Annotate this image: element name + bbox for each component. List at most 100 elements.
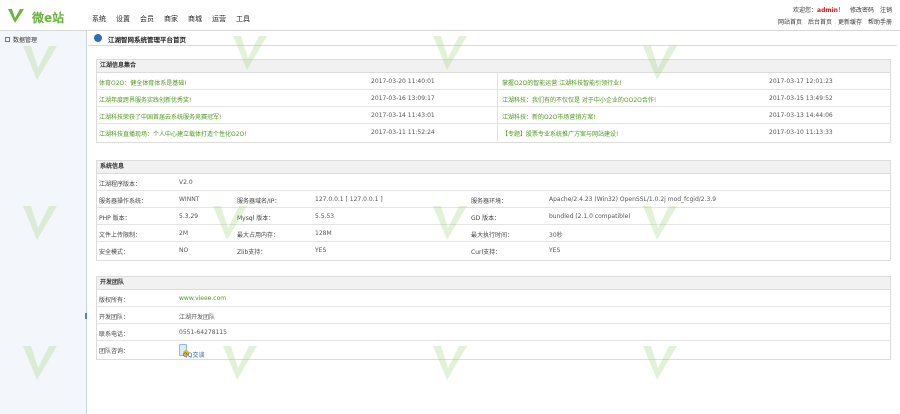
info-row: 文件上传限制： 2M 最大占用内存： 128M 最大执行时间： 30秒 (97, 225, 890, 242)
system-info-panel: 系统信息 江湖程序版本： V2.0 服务器操作系统： WINNT 服务器域名/I… (96, 160, 891, 261)
news-link[interactable]: 江湖科技荣获了中国首届云系统服务竞赛冠军! (99, 112, 221, 121)
info-value: 127.0.0.1 [ 127.0.0.1 ] (315, 196, 383, 203)
info-value: NO (179, 247, 189, 254)
news-date: 2017-03-16 13:09:17 (371, 95, 435, 102)
info-label: Zlib支持： (237, 249, 267, 256)
info-label: GD 版本： (471, 215, 501, 222)
site-home-link[interactable]: 网站首页 (778, 17, 802, 26)
news-date: 2017-03-14 11:43:01 (371, 112, 435, 119)
info-label: Curl支持： (471, 249, 502, 256)
info-label: 服务器操作系统： (99, 198, 148, 205)
main-content: 江湖智网系统管理平台首页 江湖信息集合 体育O2O：健全体育体系是基础! 201… (88, 31, 897, 414)
qq-chat-label: QQ交谈 (183, 352, 205, 359)
system-info-title: 系统信息 (97, 161, 890, 174)
info-value: 30秒 (549, 232, 563, 239)
info-row: PHP 版本： 5.3.29 Mysql 版本： 5.5.53 GD 版本： b… (97, 208, 890, 225)
news-date: 2017-03-11 11:52:24 (371, 129, 435, 136)
sub-links: 网站首页 后台首页 更新缓存 帮助手册 (778, 17, 892, 26)
page-title-bar: 江湖智网系统管理平台首页 (88, 31, 897, 46)
news-row: 江湖科技直播现场：个人中心建立载体打造个性化O2O! 2017-03-11 11… (97, 124, 890, 140)
info-value: V2.0 (179, 179, 193, 186)
news-link[interactable]: 体育O2O：健全体育体系是基础! (99, 78, 187, 87)
info-row: 服务器操作系统： WINNT 服务器域名/IP： 127.0.0.1 [ 127… (97, 191, 890, 208)
team-label: 团队咨询： (99, 348, 130, 355)
info-value: YES (315, 247, 327, 254)
info-label: 最大占用内存： (237, 232, 280, 239)
team-panel: 开发团队 版权所有： www.vieee.com 开发团队： 江湖开发团队 联系… (96, 276, 891, 360)
info-label: 安全模式： (99, 249, 130, 256)
news-row: 江湖科技荣获了中国首届云系统服务竞赛冠军! 2017-03-14 11:43:0… (97, 107, 890, 124)
team-row: 开发团队： 江湖开发团队 (97, 307, 890, 324)
nav-mall[interactable]: 商城 (188, 14, 202, 24)
logo-icon (8, 9, 24, 23)
sidebar-item-data[interactable]: 数据管理 (5, 35, 37, 44)
nav-tools[interactable]: 工具 (236, 14, 250, 24)
home-icon (94, 34, 102, 42)
news-link[interactable]: 江湖年度跨界服务实践创新优秀奖! (99, 95, 191, 104)
news-panel-title: 江湖信息集合 (97, 60, 890, 73)
info-label: 服务器环境： (471, 198, 508, 205)
page-title: 江湖智网系统管理平台首页 (108, 36, 186, 44)
info-label: 江湖程序版本： (99, 181, 142, 188)
info-label: Mysql 版本： (237, 215, 275, 222)
info-label: PHP 版本： (99, 215, 131, 222)
info-label: 服务器域名/IP： (237, 198, 281, 205)
info-value: YES (549, 247, 561, 254)
info-value: WINNT (179, 196, 200, 203)
top-links: 欢迎您：admin！ 修改密码 注销 (793, 5, 892, 14)
team-row: 团队咨询： QQ交谈 (97, 341, 890, 359)
news-date: 2017-03-20 11:40:01 (371, 78, 435, 85)
logo-text: 微e站 (32, 11, 65, 25)
sidebar-item-label: 数据管理 (13, 37, 38, 44)
info-value: Apache/2.4.23 (Win32) OpenSSL/1.0.2j mod… (549, 196, 717, 203)
team-label: 联系电话： (99, 331, 130, 338)
team-row: 版权所有： www.vieee.com (97, 290, 890, 307)
logo[interactable]: 微e站 (6, 4, 86, 28)
sidebar-resize-handle[interactable] (85, 313, 87, 319)
info-row: 江湖程序版本： V2.0 (97, 174, 890, 191)
news-panel: 江湖信息集合 体育O2O：健全体育体系是基础! 2017-03-20 11:40… (96, 59, 891, 143)
team-row: 联系电话： 0551-64278115 (97, 324, 890, 341)
help-manual-link[interactable]: 帮助手册 (868, 17, 892, 26)
website-link[interactable]: www.vieee.com (179, 295, 226, 302)
sidebar: 数据管理 (0, 31, 87, 414)
nav-members[interactable]: 会员 (140, 14, 154, 24)
nav-operations[interactable]: 运营 (212, 14, 226, 24)
news-date: 2017-03-15 13:49:52 (769, 95, 833, 102)
welcome-text: 欢迎您：admin！ (793, 7, 844, 14)
info-value: 5.3.29 (179, 213, 199, 220)
news-date: 2017-03-10 11:13:33 (769, 129, 833, 136)
team-label: 开发团队： (99, 314, 130, 321)
news-date: 2017-03-17 12:01:23 (769, 78, 833, 85)
top-bar: 微e站 系统 设置 会员 商家 商城 运营 工具 欢迎您：admin！ 修改密码… (0, 0, 900, 31)
news-link[interactable]: 江湖科技：新的O2O市场营销方案! (502, 112, 596, 121)
news-row: 体育O2O：健全体育体系是基础! 2017-03-20 11:40:01 掌握O… (97, 73, 890, 90)
info-value: 2M (179, 230, 188, 237)
news-link[interactable]: 【专题】股票专业系统推广方案与网站建设! (502, 129, 618, 138)
info-label: 文件上传限制： (99, 232, 142, 239)
team-panel-title: 开发团队 (97, 277, 890, 290)
refresh-cache-link[interactable]: 更新缓存 (838, 17, 862, 26)
info-value: 128M (315, 230, 332, 237)
news-link[interactable]: 掌握O2O的智能运营 江湖科技智能引领行业! (502, 78, 622, 87)
news-link[interactable]: 江湖科技：我们有的不仅仅是 对于中小企业的OO2O合作! (502, 95, 656, 104)
nav-settings[interactable]: 设置 (116, 14, 130, 24)
news-date: 2017-03-13 14:44:06 (769, 112, 833, 119)
info-value: 5.5.53 (315, 213, 335, 220)
admin-home-link[interactable]: 后台首页 (808, 17, 832, 26)
main-nav: 系统 设置 会员 商家 商城 运营 工具 (92, 14, 250, 24)
qq-chat-button[interactable]: QQ交谈 (179, 344, 204, 359)
logout-link[interactable]: 注销 (880, 5, 892, 14)
info-value: bundled (2.1.0 compatible) (549, 213, 631, 220)
info-label: 最大执行时间： (471, 232, 514, 239)
team-value: 江湖开发团队 (179, 314, 216, 321)
change-password-link[interactable]: 修改密码 (850, 5, 874, 14)
team-label: 版权所有： (99, 297, 130, 304)
info-row: 安全模式： NO Zlib支持： YES Curl支持： YES (97, 242, 890, 258)
nav-system[interactable]: 系统 (92, 14, 106, 24)
username: admin (817, 7, 838, 14)
team-value: 0551-64278115 (179, 329, 227, 336)
news-row: 江湖年度跨界服务实践创新优秀奖! 2017-03-16 13:09:17 江湖科… (97, 90, 890, 107)
news-link[interactable]: 江湖科技直播现场：个人中心建立载体打造个性化O2O! (99, 129, 247, 138)
nav-merchants[interactable]: 商家 (164, 14, 178, 24)
